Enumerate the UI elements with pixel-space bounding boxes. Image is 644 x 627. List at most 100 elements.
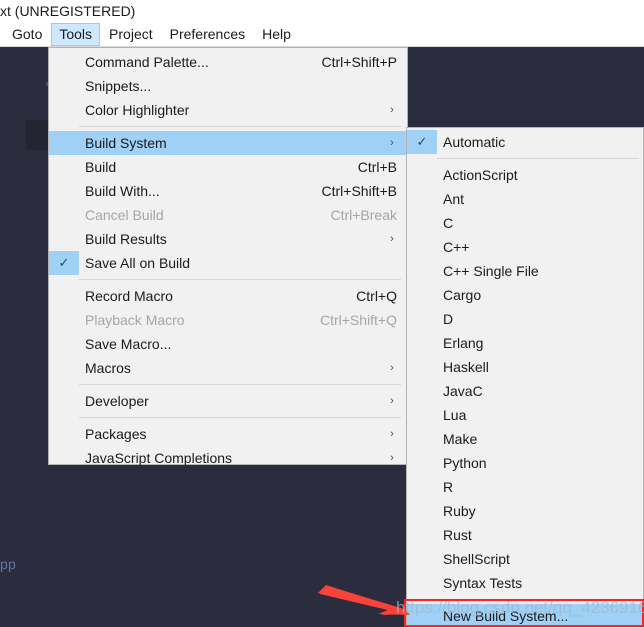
build-system-item-label: Cargo xyxy=(443,287,482,303)
tools-menu-item-build-with[interactable]: Build With... Ctrl+Shift+B xyxy=(49,179,407,203)
build-system-item-make[interactable]: Make xyxy=(407,427,643,451)
build-system-item-label: C++ xyxy=(443,239,470,255)
tools-menu-item-shortcut: Ctrl+Shift+B xyxy=(321,183,397,199)
build-system-item-label: Syntax Tests xyxy=(443,575,523,591)
menu-item-gutter xyxy=(49,155,79,179)
build-system-item-label: Erlang xyxy=(443,335,484,351)
window-title-bar: xt (UNREGISTERED) xyxy=(0,0,644,22)
menu-item-gutter xyxy=(407,523,437,547)
tools-menu-item-label: Record Macro xyxy=(85,288,173,304)
tools-menu-item-label: Build Results xyxy=(85,231,167,247)
menu-item-gutter xyxy=(407,331,437,355)
build-system-submenu: ✓ Automatic ActionScript Ant C C++ C++ Single … xyxy=(406,127,644,627)
tools-menu-item-record-macro[interactable]: Record Macro Ctrl+Q xyxy=(49,284,407,308)
tools-menu-item-build[interactable]: Build Ctrl+B xyxy=(49,155,407,179)
tools-menu-item-label: Color Highlighter xyxy=(85,102,190,118)
menu-item-gutter xyxy=(49,74,79,98)
menu-item-gutter xyxy=(49,446,79,470)
menubar-item-goto[interactable]: Goto xyxy=(4,23,50,46)
build-system-separator xyxy=(437,158,639,159)
menu-item-gutter xyxy=(407,379,437,403)
menu-item-gutter xyxy=(49,50,79,74)
build-system-item-label: C++ Single File xyxy=(443,263,539,279)
tools-menu-item-build-results[interactable]: Build Results › xyxy=(49,227,407,251)
menu-item-gutter xyxy=(49,203,79,227)
build-system-item-c[interactable]: C++ xyxy=(407,235,643,259)
menu-item-gutter xyxy=(407,355,437,379)
menu-item-gutter xyxy=(49,332,79,356)
tools-menu-item-label: Snippets... xyxy=(85,78,152,94)
tools-menu-item-label: Macros xyxy=(85,360,131,376)
editor-text-fragment: pp xyxy=(0,556,16,572)
menubar-item-project[interactable]: Project xyxy=(101,23,161,46)
tools-menu-item-label: Build System xyxy=(85,135,167,151)
tools-menu-item-command-palette[interactable]: Command Palette... Ctrl+Shift+P xyxy=(49,50,407,74)
tools-menu-item-shortcut: Ctrl+Shift+P xyxy=(321,54,397,70)
build-system-item-label: C xyxy=(443,215,454,231)
chevron-right-icon: › xyxy=(390,428,394,440)
chevron-right-icon: › xyxy=(390,395,394,407)
tools-menu-item-shortcut: Ctrl+Q xyxy=(356,288,397,304)
menu-item-gutter xyxy=(407,283,437,307)
build-system-item-label: Make xyxy=(443,431,478,447)
tools-menu-item-color-highlighter[interactable]: Color Highlighter › xyxy=(49,98,407,122)
build-system-item-d[interactable]: D xyxy=(407,307,643,331)
build-system-item-ruby[interactable]: Ruby xyxy=(407,499,643,523)
tools-menu-item-shortcut: Ctrl+B xyxy=(357,159,397,175)
menubar-item-preferences[interactable]: Preferences xyxy=(162,23,253,46)
tools-menu-item-label: Cancel Build xyxy=(85,207,164,223)
menu-item-gutter xyxy=(407,259,437,283)
build-system-item-syntax-tests[interactable]: Syntax Tests xyxy=(407,571,643,595)
menubar-item-tools[interactable]: Tools xyxy=(51,22,101,46)
build-system-item-lua[interactable]: Lua xyxy=(407,403,643,427)
menu-item-gutter xyxy=(407,235,437,259)
menu-item-gutter xyxy=(407,307,437,331)
tools-menu-separator xyxy=(79,384,401,385)
tools-menu-item-build-system[interactable]: Build System › xyxy=(49,131,407,155)
tools-menu-item-shortcut: Ctrl+Break xyxy=(330,207,397,223)
tools-menu-item-label: Developer xyxy=(85,393,149,409)
menu-item-gutter xyxy=(407,547,437,571)
chevron-right-icon: › xyxy=(390,137,394,149)
tools-menu-item-label: Save Macro... xyxy=(85,336,172,352)
build-system-item-label: Rust xyxy=(443,527,472,543)
build-system-item-shellscript[interactable]: ShellScript xyxy=(407,547,643,571)
tools-menu-item-save-macro[interactable]: Save Macro... xyxy=(49,332,407,356)
tools-menu-item-save-all-on-build[interactable]: ✓ Save All on Build xyxy=(49,251,407,275)
build-system-item-label: Ruby xyxy=(443,503,476,519)
build-system-item-label: Python xyxy=(443,455,487,471)
build-system-item-c-single-file[interactable]: C++ Single File xyxy=(407,259,643,283)
window-title: xt (UNREGISTERED) xyxy=(0,3,136,19)
build-system-item-ant[interactable]: Ant xyxy=(407,187,643,211)
tools-menu-item-javascript-completions[interactable]: JavaScript Completions › xyxy=(49,446,407,470)
build-system-item-haskell[interactable]: Haskell xyxy=(407,355,643,379)
tools-menu-item-packages[interactable]: Packages › xyxy=(49,422,407,446)
tools-menu-item-macros[interactable]: Macros › xyxy=(49,356,407,380)
tools-menu-item-developer[interactable]: Developer › xyxy=(49,389,407,413)
build-system-item-erlang[interactable]: Erlang xyxy=(407,331,643,355)
chevron-right-icon: › xyxy=(390,362,394,374)
build-system-item-r[interactable]: R xyxy=(407,475,643,499)
build-system-item-python[interactable]: Python xyxy=(407,451,643,475)
build-system-item-rust[interactable]: Rust xyxy=(407,523,643,547)
menu-item-gutter xyxy=(407,475,437,499)
tools-menu-item-snippets[interactable]: Snippets... xyxy=(49,74,407,98)
menu-item-gutter xyxy=(407,187,437,211)
menubar-item-help[interactable]: Help xyxy=(254,23,299,46)
menu-bar: Goto Tools Project Preferences Help xyxy=(0,22,644,47)
build-system-item-new-build-system[interactable]: New Build System... xyxy=(407,604,643,627)
chevron-right-icon: › xyxy=(390,452,394,464)
menu-item-gutter xyxy=(49,179,79,203)
build-system-item-label: D xyxy=(443,311,454,327)
build-system-item-c[interactable]: C xyxy=(407,211,643,235)
build-system-item-actionscript[interactable]: ActionScript xyxy=(407,163,643,187)
menu-item-gutter xyxy=(49,284,79,308)
build-system-item-javac[interactable]: JavaC xyxy=(407,379,643,403)
menu-item-gutter xyxy=(407,211,437,235)
tools-menu-item-playback-macro: Playback Macro Ctrl+Shift+Q xyxy=(49,308,407,332)
build-system-item-automatic[interactable]: ✓ Automatic xyxy=(407,130,643,154)
menu-item-gutter xyxy=(49,422,79,446)
tools-menu-separator xyxy=(79,417,401,418)
build-system-item-cargo[interactable]: Cargo xyxy=(407,283,643,307)
menu-item-gutter xyxy=(49,227,79,251)
